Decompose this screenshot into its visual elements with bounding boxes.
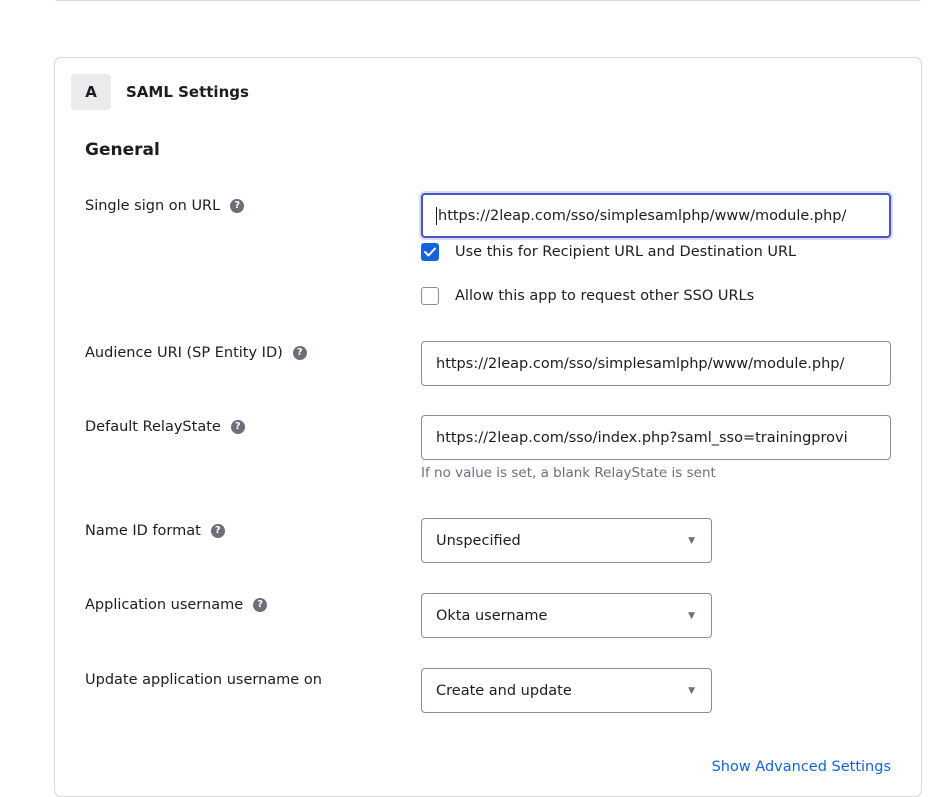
sso-url-value: https://2leap.com/sso/simplesamlphp/www/…: [438, 207, 847, 224]
update-username-value: Create and update: [436, 682, 572, 699]
other-sso-checkbox-row[interactable]: Allow this app to request other SSO URLs: [421, 287, 754, 305]
app-username-value: Okta username: [436, 607, 548, 624]
audience-uri-label: Audience URI (SP Entity ID) ?: [85, 345, 307, 361]
app-username-select[interactable]: Okta username ▼: [421, 593, 712, 638]
update-username-label: Update application username on: [85, 672, 322, 688]
audience-uri-value: https://2leap.com/sso/simplesamlphp/www/…: [436, 355, 845, 372]
update-username-select[interactable]: Create and update ▼: [421, 668, 712, 713]
chevron-down-icon: ▼: [688, 535, 695, 546]
step-header: A SAML Settings: [71, 74, 249, 110]
chevron-down-icon: ▼: [688, 685, 695, 696]
text-caret: [436, 206, 437, 225]
chevron-down-icon: ▼: [688, 610, 695, 621]
sso-url-label: Single sign on URL ?: [85, 198, 245, 214]
name-id-format-label: Name ID format ?: [85, 523, 225, 539]
app-username-label: Application username ?: [85, 597, 268, 613]
relay-state-label-text: Default RelayState: [85, 419, 221, 435]
relay-state-value: https://2leap.com/sso/index.php?saml_sso…: [436, 429, 848, 446]
recipient-url-checkbox-label: Use this for Recipient URL and Destinati…: [455, 244, 797, 260]
saml-settings-card: A SAML Settings General Single sign on U…: [54, 57, 922, 797]
help-icon[interactable]: ?: [230, 420, 245, 434]
section-title-general: General: [85, 140, 160, 160]
previous-section-table-edge: [54, 0, 922, 1]
help-icon[interactable]: ?: [210, 524, 225, 538]
sso-url-input[interactable]: https://2leap.com/sso/simplesamlphp/www/…: [421, 193, 891, 238]
show-advanced-settings-link[interactable]: Show Advanced Settings: [712, 759, 891, 775]
recipient-url-checkbox-row[interactable]: Use this for Recipient URL and Destinati…: [421, 243, 796, 261]
name-id-format-value: Unspecified: [436, 532, 521, 549]
audience-uri-input[interactable]: https://2leap.com/sso/simplesamlphp/www/…: [421, 341, 891, 386]
other-sso-checkbox[interactable]: [421, 287, 439, 305]
relay-state-hint: If no value is set, a blank RelayState i…: [421, 465, 716, 481]
other-sso-checkbox-label: Allow this app to request other SSO URLs: [455, 288, 755, 304]
recipient-url-checkbox[interactable]: [421, 243, 439, 261]
update-username-label-text: Update application username on: [85, 672, 322, 688]
help-icon[interactable]: ?: [230, 199, 245, 213]
name-id-format-select[interactable]: Unspecified ▼: [421, 518, 712, 563]
name-id-format-label-text: Name ID format: [85, 523, 201, 539]
step-title: SAML Settings: [126, 83, 249, 101]
audience-uri-label-text: Audience URI (SP Entity ID): [85, 345, 283, 361]
relay-state-label: Default RelayState ?: [85, 419, 245, 435]
sso-url-label-text: Single sign on URL: [85, 198, 221, 214]
step-badge: A: [71, 74, 111, 110]
check-icon: [424, 247, 436, 257]
relay-state-input[interactable]: https://2leap.com/sso/index.php?saml_sso…: [421, 415, 891, 460]
help-icon[interactable]: ?: [253, 598, 268, 612]
app-username-label-text: Application username: [85, 597, 244, 613]
help-icon[interactable]: ?: [292, 346, 307, 360]
